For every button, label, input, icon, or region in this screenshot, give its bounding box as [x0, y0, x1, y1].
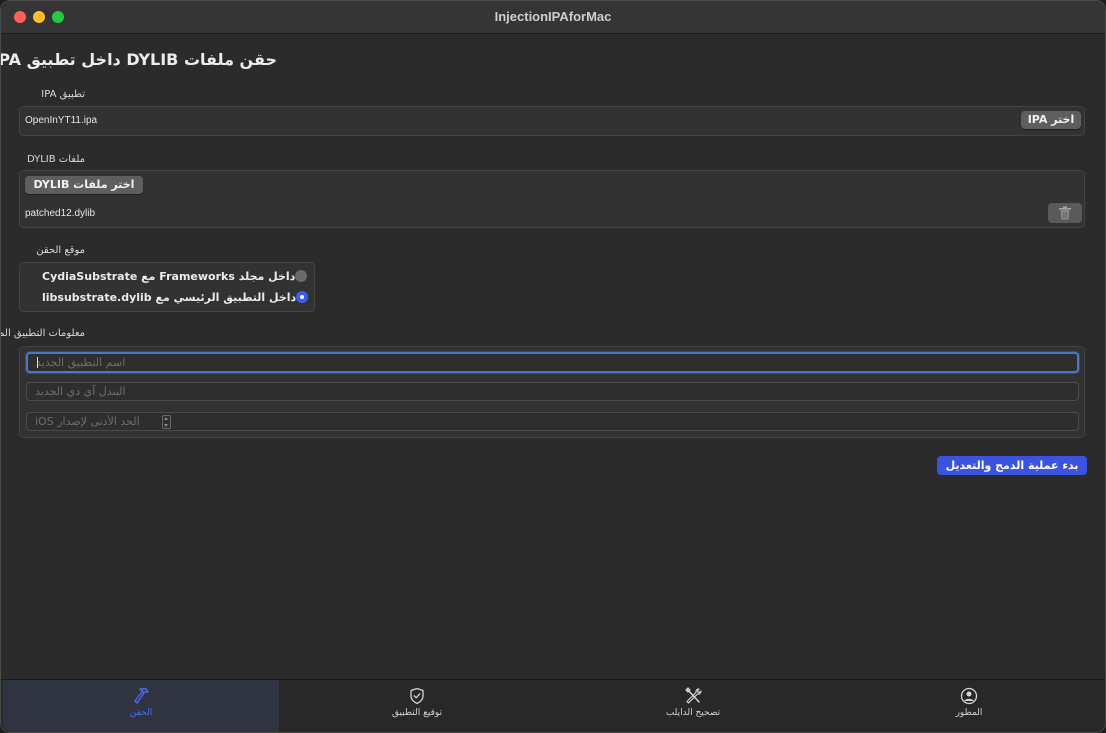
choose-ipa-button[interactable]: اختر IPA: [1021, 111, 1081, 129]
shield-check-icon: [410, 687, 424, 705]
tab-label: الحقن: [129, 708, 153, 718]
ipa-section-label: تطبيق IPA: [41, 89, 85, 100]
selected-ipa-filename: OpenInYT11.ipa: [25, 115, 98, 126]
hammer-icon: [134, 688, 149, 704]
tools-icon: [685, 687, 702, 704]
radio-option-label: داخل التطبيق الرئيسي مع libsubstrate.dyl…: [42, 290, 297, 304]
tab-label: المطور: [955, 708, 983, 718]
window-title: InjectionIPAforMac: [494, 9, 612, 24]
person-circle-icon: [960, 687, 978, 705]
dylib-list-item: patched12.dylib: [25, 208, 96, 219]
dylib-section-box: اختر ملفات DYLIB patched12.dylib: [19, 170, 1085, 228]
tab-app-signing[interactable]: توقيع التطبيق: [279, 680, 555, 732]
radio-button-selected[interactable]: [296, 291, 309, 303]
trash-icon: [1059, 206, 1071, 220]
tab-injection[interactable]: الحقن: [3, 680, 279, 732]
modified-app-info-box: [19, 346, 1085, 438]
min-ios-version-field[interactable]: [26, 412, 1079, 431]
injection-location-label: موقع الحقن: [36, 245, 85, 256]
new-app-name-field[interactable]: [26, 352, 1079, 373]
injection-location-group: داخل مجلد Frameworks مع CydiaSubstrate د…: [19, 262, 315, 312]
tab-developer[interactable]: المطور: [831, 680, 1105, 732]
tab-label: تصحيح الدايلب: [665, 708, 721, 718]
main-content: حقن ملفات DYLIB داخل تطبيق IPA تطبيق IPA…: [1, 34, 1105, 680]
app-window: InjectionIPAforMac حقن ملفات DYLIB داخل …: [0, 0, 1106, 733]
text-caret: [37, 357, 38, 368]
new-bundle-id-input[interactable]: [27, 383, 1078, 400]
choose-dylib-button[interactable]: اختر ملفات DYLIB: [25, 176, 143, 194]
new-app-name-input[interactable]: [28, 354, 1077, 371]
tab-bar: الحقن توقيع التطبيق تصحيح الدايلب المطور: [1, 679, 1105, 732]
radio-option-main-app[interactable]: داخل التطبيق الرئيسي مع libsubstrate.dyl…: [36, 289, 309, 305]
title-bar: InjectionIPAforMac: [1, 1, 1105, 34]
radio-option-frameworks[interactable]: داخل مجلد Frameworks مع CydiaSubstrate: [36, 268, 308, 284]
ipa-section-box: اختر IPA OpenInYT11.ipa: [19, 106, 1085, 136]
page-title: حقن ملفات DYLIB داخل تطبيق IPA: [0, 50, 277, 69]
start-merge-button[interactable]: بدء عملية الدمج والتعديل: [937, 456, 1087, 475]
min-ios-version-input[interactable]: [27, 413, 1078, 430]
delete-dylib-button[interactable]: [1048, 203, 1082, 223]
new-bundle-id-field[interactable]: [26, 382, 1079, 401]
modified-app-info-label: معلومات التطبيق المعدل: [0, 328, 85, 339]
version-stepper-icon[interactable]: [162, 415, 171, 429]
dylib-section-label: ملفات DYLIB: [26, 154, 85, 165]
radio-button[interactable]: [295, 270, 308, 282]
tab-label: توقيع التطبيق: [391, 708, 443, 718]
radio-option-label: داخل مجلد Frameworks مع CydiaSubstrate: [42, 269, 296, 283]
tab-dylib-fix[interactable]: تصحيح الدايلب: [555, 680, 831, 732]
